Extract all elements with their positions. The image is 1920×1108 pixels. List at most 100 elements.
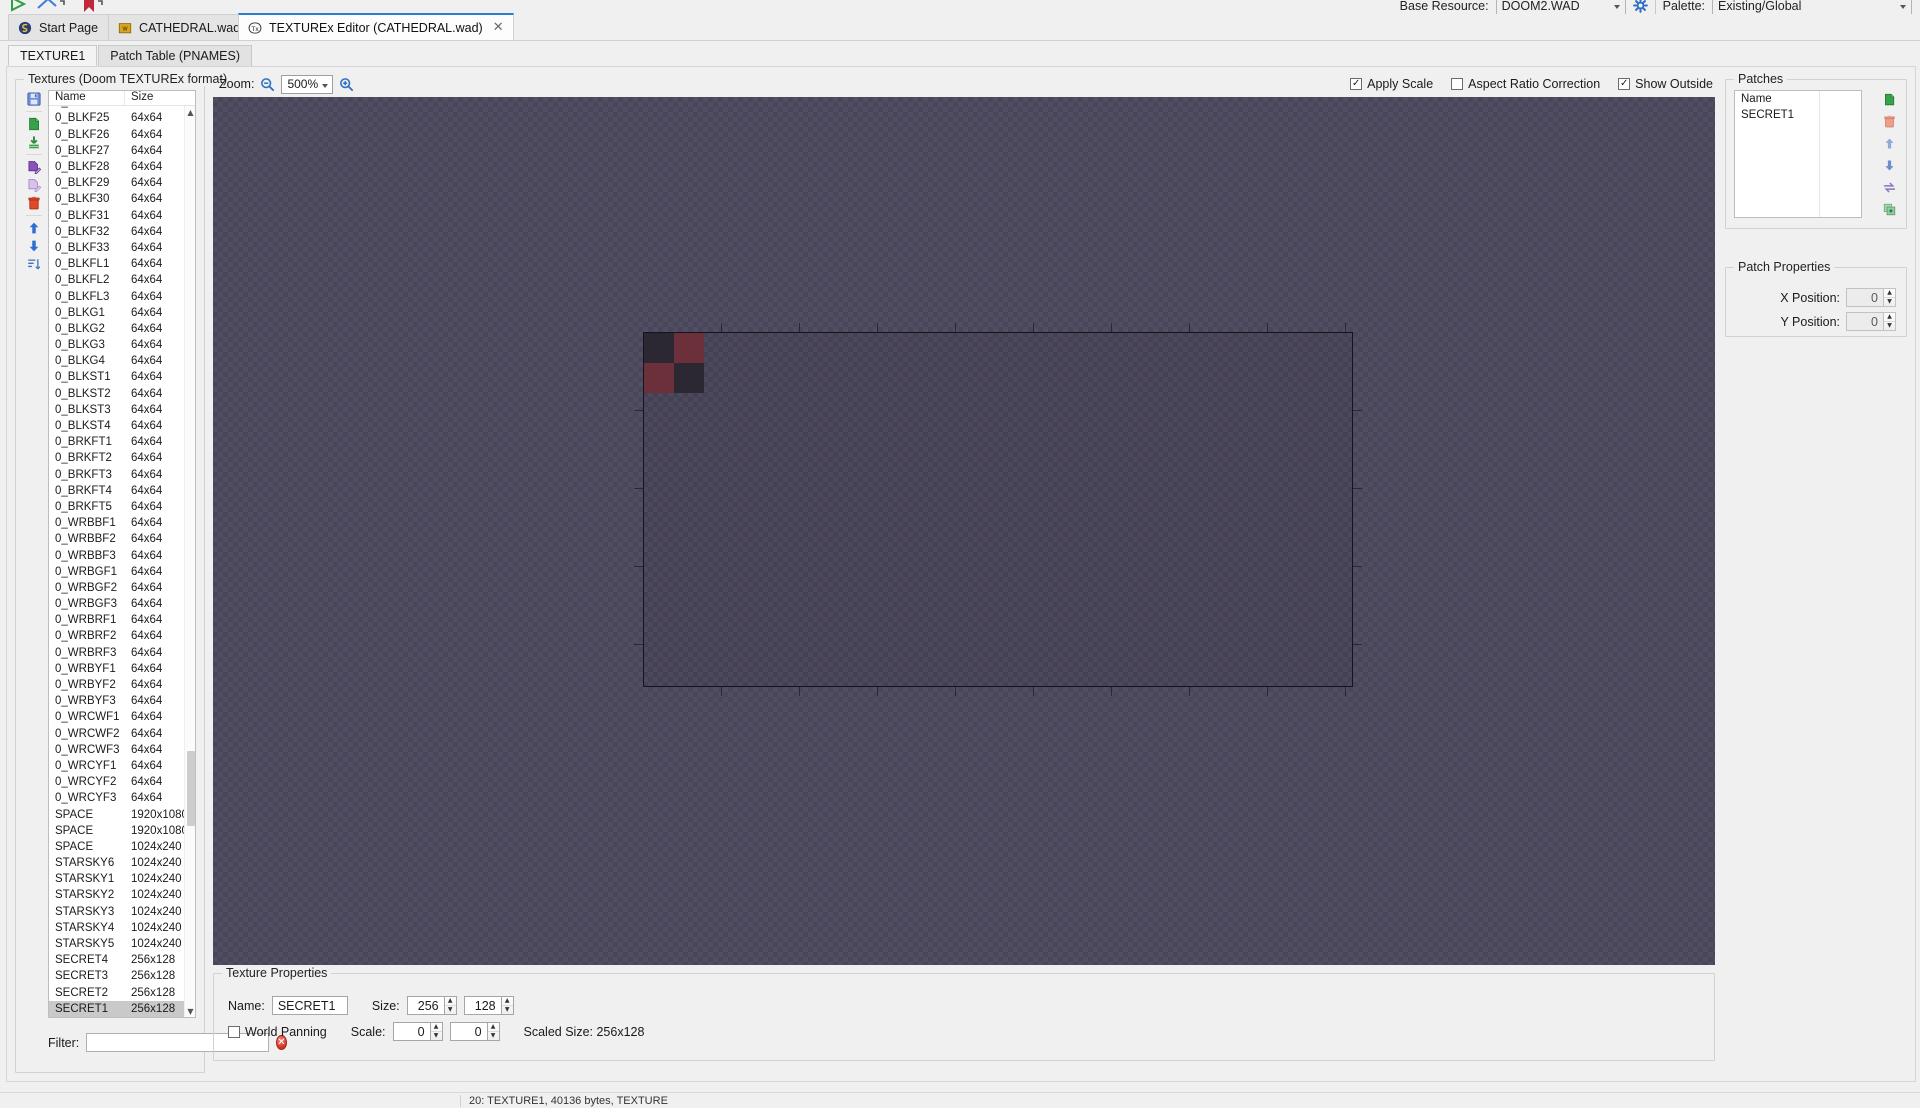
table-row[interactable]: SECRET1 256x128 [49,1000,184,1017]
table-row[interactable]: 0_BRKFT5 64x64 [49,499,184,515]
add-patch-icon[interactable] [1878,90,1900,108]
checkbox-aspect-ratio-correction[interactable]: Aspect Ratio Correction [1451,77,1600,91]
table-row[interactable]: 0_BLKF30 64x64 [49,191,184,207]
table-row[interactable]: 0_BLKG3 64x64 [49,337,184,353]
table-row[interactable]: SECRET4 256x128 [49,952,184,968]
patch-y-stepper[interactable]: 0 ▲ ▼ [1846,312,1896,331]
patch-list[interactable]: Name SECRET1 [1734,90,1862,218]
table-row[interactable]: 0_WRBGF3 64x64 [49,596,184,612]
table-row[interactable]: 0_WRBGF1 64x64 [49,564,184,580]
copy-texture-icon[interactable] [23,176,45,194]
table-row[interactable]: 0_WRBGF2 64x64 [49,580,184,596]
sort-icon[interactable] [23,255,45,273]
texture-list[interactable]: Name Size 0_BLKF2364x640_BLKF2464x640_BL… [48,90,196,1018]
replace-patch-icon[interactable] [1878,178,1900,196]
table-row[interactable]: 0_BLKF25 64x64 [49,110,184,126]
duplicate-patch-icon[interactable] [1878,200,1900,218]
texture-height-stepper[interactable]: 128 ▲ ▼ [463,996,514,1015]
table-row[interactable]: 0_BLKST3 64x64 [49,402,184,418]
texture-scale-y-stepper[interactable]: 0 ▲ ▼ [449,1022,500,1041]
new-texture-icon[interactable] [23,115,45,133]
table-row[interactable]: 0_WRCYF2 64x64 [49,774,184,790]
subtab-patch-table[interactable]: Patch Table (PNAMES) [98,45,252,66]
gear-icon[interactable] [1632,0,1648,13]
table-row[interactable]: 0_BRKFT4 64x64 [49,483,184,499]
table-row[interactable]: 0_BLKF33 64x64 [49,240,184,256]
zoom-combo[interactable]: 500% [281,74,334,94]
table-row[interactable]: SPACE 1024x240 [49,839,184,855]
checkbox-show-outside[interactable]: ✓ Show Outside [1618,77,1713,91]
table-row[interactable]: 0_WRCYF3 64x64 [49,790,184,806]
table-row[interactable]: STARSKY3 1024x240 [49,904,184,920]
patch-move-down-icon[interactable] [1878,156,1900,174]
texture-list-scrollbar[interactable]: ▲ ▼ [184,106,195,1017]
table-row[interactable]: 0_WRCYF1 64x64 [49,758,184,774]
stepper-arrows[interactable]: ▲ ▼ [1884,312,1896,331]
table-row[interactable]: STARSKY2 1024x240 [49,887,184,903]
stepper-arrows[interactable]: ▲ ▼ [444,996,457,1015]
texture-list-rows[interactable]: 0_BLKF2364x640_BLKF2464x640_BLKF2564x640… [49,106,184,1017]
table-row[interactable]: 0_WRBYF1 64x64 [49,661,184,677]
edit-texture-icon[interactable] [23,158,45,176]
texture-scale-x-stepper[interactable]: 0 ▲ ▼ [392,1022,443,1041]
table-row[interactable]: 0_WRBYF3 64x64 [49,693,184,709]
table-row[interactable]: 0_BLKFL3 64x64 [49,288,184,304]
stepper-arrows[interactable]: ▲ ▼ [501,996,514,1015]
remove-patch-icon[interactable] [1878,112,1900,130]
table-row[interactable]: SECRET3 256x128 [49,968,184,984]
table-row[interactable]: 0_BLKF27 64x64 [49,143,184,159]
table-row[interactable]: 0_BLKST1 64x64 [49,369,184,385]
stepper-arrows[interactable]: ▲ ▼ [430,1022,443,1041]
delete-texture-icon[interactable] [23,194,45,212]
table-row[interactable]: 0_BLKF31 64x64 [49,208,184,224]
texture-name-input[interactable]: SECRET1 [271,996,348,1015]
table-row[interactable]: 0_BLKG4 64x64 [49,353,184,369]
checkbox-world-panning[interactable]: World Panning [228,1025,327,1039]
patch-x-stepper[interactable]: 0 ▲ ▼ [1846,288,1896,307]
table-row[interactable]: 0_WRCWF3 64x64 [49,742,184,758]
texture-width-stepper[interactable]: 256 ▲ ▼ [406,996,457,1015]
texture-canvas[interactable] [213,97,1715,965]
table-row[interactable]: 0_BLKST4 64x64 [49,418,184,434]
zoom-out-icon[interactable] [260,77,275,92]
tab-texturex-editor[interactable]: Tx TEXTUREx Editor (CATHEDRAL.wad) ✕ [238,13,514,40]
table-row[interactable]: SECRET2 256x128 [49,985,184,1001]
checkbox-apply-scale[interactable]: ✓ Apply Scale [1350,77,1433,91]
table-row[interactable]: 0_WRCWF1 64x64 [49,709,184,725]
table-row[interactable]: 0_BLKF32 64x64 [49,224,184,240]
table-row[interactable]: 0_WRBYF2 64x64 [49,677,184,693]
patch-move-up-icon[interactable] [1878,134,1900,152]
table-row[interactable]: 0_BLKST2 64x64 [49,386,184,402]
table-row[interactable]: 0_BLKFL1 64x64 [49,256,184,272]
table-row[interactable]: STARSKY6 1024x240 [49,855,184,871]
patch-list-item[interactable]: SECRET1 [1735,107,1861,123]
table-row[interactable]: 0_WRBRF2 64x64 [49,628,184,644]
table-row[interactable]: 0_WRBRF1 64x64 [49,612,184,628]
table-row[interactable]: 0_BLKG1 64x64 [49,305,184,321]
table-row[interactable]: 0_BLKF29 64x64 [49,175,184,191]
palette-combo[interactable]: Existing/Global [1712,0,1912,15]
table-row[interactable]: STARSKY4 1024x240 [49,920,184,936]
save-texture-list-icon[interactable] [23,90,45,108]
table-row[interactable]: STARSKY5 1024x240 [49,936,184,952]
move-down-icon[interactable] [23,237,45,255]
table-row[interactable]: 0_WRBBF2 64x64 [49,531,184,547]
table-row[interactable]: 0_WRBBF3 64x64 [49,547,184,563]
new-texture-from-patch-icon[interactable] [23,133,45,151]
zoom-in-icon[interactable] [339,77,354,92]
table-row[interactable]: 0_WRBRF3 64x64 [49,645,184,661]
stepper-arrows[interactable]: ▲ ▼ [487,1022,500,1041]
table-row[interactable]: 0_BLKF26 64x64 [49,127,184,143]
subtab-texture1[interactable]: TEXTURE1 [8,45,98,66]
table-row[interactable]: 0_BRKFT2 64x64 [49,450,184,466]
base-resource-combo[interactable]: DOOM2.WAD [1495,0,1626,15]
table-row[interactable]: 0_WRBBF1 64x64 [49,515,184,531]
table-row[interactable]: SPACE 1920x1080 [49,823,184,839]
table-row[interactable]: 0_BRKFT3 64x64 [49,467,184,483]
table-row[interactable]: 0_BRKFT1 64x64 [49,434,184,450]
scroll-up-icon[interactable]: ▲ [185,106,195,118]
scroll-down-icon[interactable]: ▼ [185,1005,195,1017]
table-row[interactable]: 0_BLKFL2 64x64 [49,272,184,288]
table-row[interactable]: 0_BLKF28 64x64 [49,159,184,175]
table-row[interactable]: STARSKY1 1024x240 [49,871,184,887]
